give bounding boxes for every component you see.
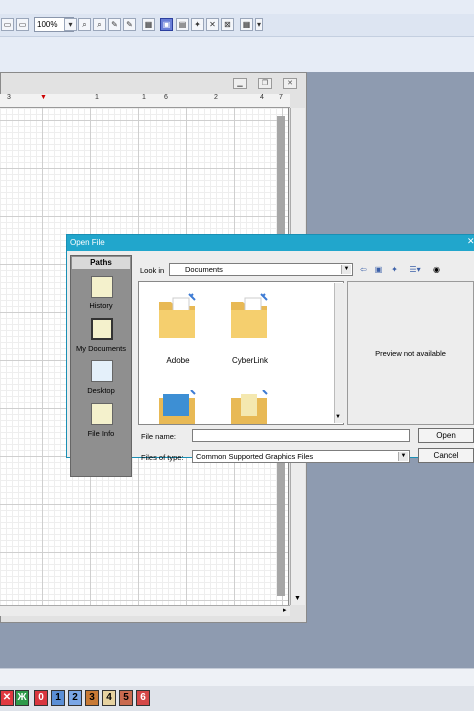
layer-4[interactable]: 4 — [102, 690, 116, 706]
history-icon[interactable] — [91, 276, 113, 298]
grid-icon[interactable]: ▦ — [240, 18, 253, 31]
layer-3[interactable]: 3 — [85, 690, 99, 706]
dialog-title-bar[interactable]: Open File — [67, 235, 474, 251]
horizontal-scrollbar[interactable] — [0, 605, 290, 616]
files-of-type-dropdown-icon: ▼ — [398, 452, 408, 461]
dialog-close-icon[interactable]: ✕ — [467, 236, 474, 247]
back-icon[interactable]: ⇦ — [358, 264, 369, 275]
scroll-right-icon[interactable]: ▸ — [283, 606, 287, 614]
delete-layer-icon[interactable]: ✕ — [0, 690, 14, 706]
layer-1[interactable]: 1 — [51, 690, 65, 706]
file-name-input[interactable] — [192, 429, 410, 442]
layer-5[interactable]: 5 — [119, 690, 133, 706]
zoom-out-icon[interactable]: ⌕ — [93, 18, 106, 31]
desktop-icon[interactable] — [91, 360, 113, 382]
pan-icon[interactable]: ✎ — [108, 18, 121, 31]
paths-item-desktop[interactable]: Desktop — [70, 386, 132, 395]
look-in-label: Look in — [140, 266, 165, 275]
palette-icon[interactable]: ▦ — [142, 18, 155, 31]
zoom-value: 100% — [37, 20, 58, 29]
status-bar — [0, 668, 474, 687]
look-in-dropdown-icon: ▼ — [341, 265, 351, 274]
new-folder-icon[interactable]: ✦ — [389, 264, 400, 275]
layer-2[interactable]: 2 — [68, 690, 82, 706]
ruler-label: 2 — [214, 94, 218, 101]
folder-icon[interactable] — [229, 390, 269, 424]
paths-item-file-info[interactable]: File Info — [70, 429, 132, 438]
close-shape-icon[interactable]: ✕ — [206, 18, 219, 31]
up-folder-icon[interactable]: ▣ — [373, 264, 384, 275]
file-name-label[interactable]: Adobe — [148, 356, 208, 365]
horizontal-ruler: 3 ▼ 1 1 6 2 4 7 — [0, 94, 290, 108]
file-list-scroll-down-icon[interactable]: ▼ — [335, 414, 341, 420]
open-button[interactable]: Open — [418, 428, 474, 443]
scroll-down-icon[interactable]: ▼ — [294, 595, 301, 602]
paths-item-history[interactable]: History — [70, 301, 132, 310]
paths-item-my-documents[interactable]: My Documents — [70, 344, 132, 353]
dialog-title: Open File — [70, 238, 105, 247]
copy-icon[interactable]: ▭ — [16, 18, 29, 31]
ruler-label: 7 — [279, 94, 283, 101]
folder-icon[interactable] — [157, 390, 197, 424]
ruler-label: 6 — [164, 94, 168, 101]
folder-icon[interactable] — [157, 292, 197, 340]
layer-0[interactable]: 0 — [34, 690, 48, 706]
file-name-label: File name: — [141, 432, 177, 441]
close-window-icon[interactable]: ✕ — [283, 78, 297, 89]
preview-eye-icon[interactable]: ◉ — [431, 264, 442, 275]
files-of-type-label: Files of type: — [141, 453, 184, 462]
files-of-type-value: Common Supported Graphics Files — [196, 452, 314, 461]
restore-icon[interactable]: ❐ — [258, 78, 272, 89]
my-documents-icon[interactable] — [91, 318, 113, 340]
zoom-dropdown-icon[interactable]: ▾ — [64, 18, 77, 31]
view-menu-icon[interactable]: ☰▾ — [406, 264, 424, 275]
paths-header: Paths — [72, 257, 130, 269]
star-tool-icon[interactable]: ✦ — [191, 18, 204, 31]
layer-tool-icon[interactable]: Ж — [15, 690, 29, 706]
frame-tool-icon[interactable]: ▣ — [160, 18, 173, 31]
shape-tool-icon[interactable]: ▤ — [176, 18, 189, 31]
file-list-scrollbar[interactable] — [334, 283, 344, 423]
file-name-label[interactable]: CyberLink — [220, 356, 280, 365]
layer-6[interactable]: 6 — [136, 690, 150, 706]
ruler-marker-icon[interactable]: ▼ — [40, 94, 47, 101]
cancel-button[interactable]: Cancel — [418, 448, 474, 463]
files-of-type-select[interactable]: Common Supported Graphics Files ▼ — [192, 450, 410, 463]
toolbar-more-icon[interactable]: ▾ — [255, 18, 263, 31]
ruler-label: 4 — [260, 94, 264, 101]
ruler-label: 1 — [142, 94, 146, 101]
look-in-value: Documents — [185, 265, 223, 274]
look-in-select[interactable]: Documents ▼ — [169, 263, 353, 276]
cross-tool-icon[interactable]: ⊠ — [221, 18, 234, 31]
ruler-label: 1 — [95, 94, 99, 101]
paste-icon[interactable]: ▭ — [1, 18, 14, 31]
zoom-in-icon[interactable]: ⌕ — [78, 18, 91, 31]
minimize-icon[interactable]: ▁ — [233, 78, 247, 89]
preview-text: Preview not available — [375, 349, 446, 358]
pick-icon[interactable]: ✎ — [123, 18, 136, 31]
file-info-icon[interactable] — [91, 403, 113, 425]
ruler-label: 3 — [7, 94, 11, 101]
folder-icon[interactable] — [229, 292, 269, 340]
